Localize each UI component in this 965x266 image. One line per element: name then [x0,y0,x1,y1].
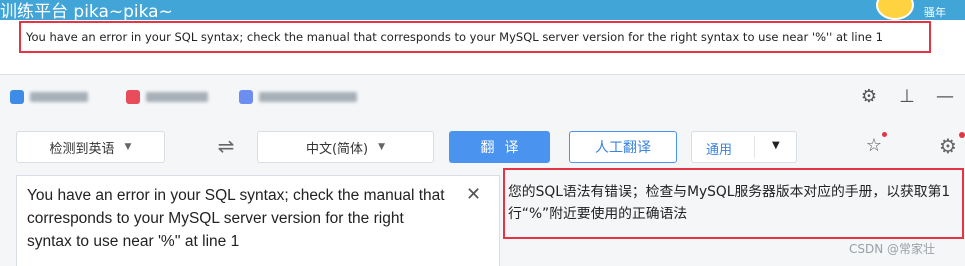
gear-icon[interactable]: ⚙ [934,134,962,162]
caret-down-icon[interactable]: ▼ [772,140,780,151]
error-message: You have an error in your SQL syntax; ch… [26,30,883,44]
source-language-select[interactable]: 检测到英语 ▼ [16,131,165,163]
source-text-pane[interactable]: You have an error in your SQL syntax; ch… [16,175,500,266]
target-language-select[interactable]: 中文(简体) ▼ [257,131,434,163]
tab-1[interactable] [10,87,88,107]
target-text: 您的SQL语法有错误；检查与MySQL服务器版本对应的手册，以获取第1行“%”附… [508,184,951,222]
chevron-down-icon: ▼ [378,142,386,152]
tab-2-label [146,92,208,102]
human-translate-button[interactable]: 人工翻译 [569,131,677,163]
domain-label: 通用 [706,143,733,158]
translator-tabbar: ⚙ ⊥ — [0,75,965,119]
site-header: 训练平台 pika~pika~ 骚年 [0,0,965,22]
tab-2[interactable] [126,87,208,107]
domain-select[interactable]: 通用 ▼ [691,131,797,163]
source-language-label: 检测到英语 [49,141,115,157]
notification-dot [882,132,887,137]
tab-1-icon [10,90,24,104]
window-controls: ⚙ ⊥ — [859,85,965,109]
username[interactable]: 骚年 [924,4,946,20]
domain-divider [754,136,755,158]
translate-button[interactable]: 翻译 [449,131,550,163]
source-text[interactable]: You have an error in your SQL syntax; ch… [27,184,447,253]
notification-dot [959,132,965,138]
swap-icon[interactable]: ⇌ [213,133,239,159]
favorite-icon[interactable]: ☆ [860,135,888,163]
translator-window: ⚙ ⊥ — 检测到英语 ▼ ⇌ 中文(简体) ▼ 翻译 人工翻译 通用 ▼ ☆ [0,74,965,266]
clear-icon[interactable]: ✕ [466,184,481,205]
tab-3-icon [239,90,253,104]
translator-toolbar: 检测到英语 ▼ ⇌ 中文(简体) ▼ 翻译 人工翻译 通用 ▼ ☆ ⚙ [0,131,965,165]
pin-icon[interactable]: ⊥ [897,85,917,109]
minimize-icon[interactable]: — [935,85,955,109]
tab-3[interactable] [239,87,357,107]
tab-1-label [30,92,88,102]
settings-icon[interactable]: ⚙ [859,85,879,109]
chevron-down-icon: ▼ [124,142,132,152]
tab-2-icon [126,90,140,104]
watermark: CSDN @常家壮 [849,242,936,256]
avatar[interactable] [876,0,914,20]
screenshot-stage: 训练平台 pika~pika~ 骚年 You have an error in … [0,0,965,266]
tab-3-label [259,92,357,102]
site-title: 训练平台 pika~pika~ [0,2,173,22]
error-message-box: You have an error in your SQL syntax; ch… [19,21,931,53]
target-language-label: 中文(简体) [305,141,369,157]
